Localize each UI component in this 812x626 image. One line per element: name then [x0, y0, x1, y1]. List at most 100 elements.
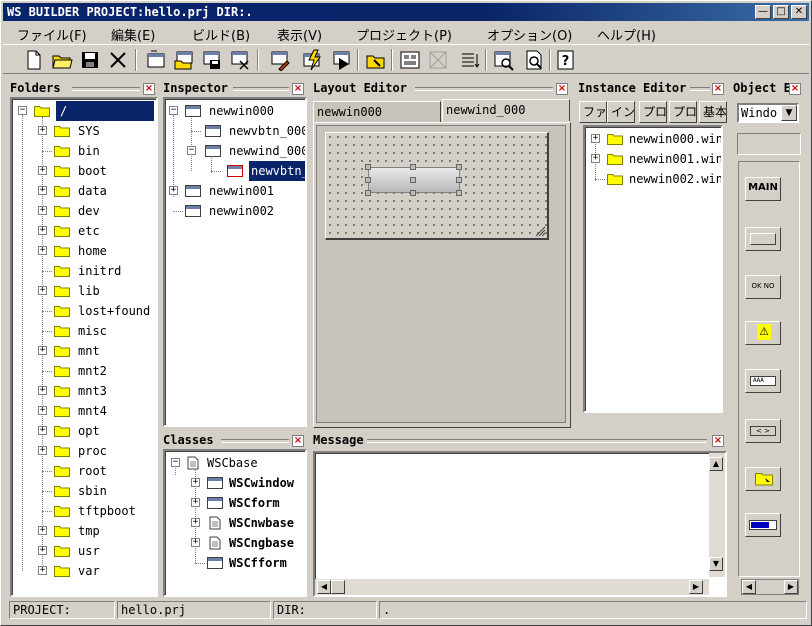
folders-close-button[interactable]: × [143, 83, 155, 95]
message-area[interactable]: ▲ ▼ ◀ ▶ [313, 451, 727, 597]
title-bar[interactable]: WS BUILDER PROJECT:hello.prj DIR:. — □ ✕ [3, 3, 809, 21]
edit-window-icon[interactable] [269, 49, 291, 71]
selection-handle[interactable] [410, 190, 416, 196]
save-icon[interactable] [79, 49, 101, 71]
inspector-panel-header: Inspector × [163, 81, 307, 97]
tab-instance-5[interactable]: 基本 [699, 101, 727, 123]
folder-icon [54, 426, 70, 437]
folder-icon [54, 506, 70, 517]
menu-options[interactable]: オプション(O) [487, 25, 572, 44]
status-dir-label: DIR: [273, 601, 377, 619]
chevron-down-icon[interactable]: ▼ [781, 105, 797, 121]
grid-icon[interactable] [427, 49, 449, 71]
palette-spin-field[interactable]: < > [745, 419, 781, 443]
inspector-tree[interactable]: − newwin000 newvbtn_000 − newwind_000 newv… [163, 97, 307, 427]
message-panel-header: Message × [313, 433, 727, 449]
new-file-icon[interactable] [23, 49, 45, 71]
open-window-icon[interactable] [173, 49, 195, 71]
selection-handle[interactable] [365, 190, 371, 196]
classes-tree[interactable]: − WSCbase + WSCwindow + WSCform + WSCnwbase + WSC… [163, 449, 307, 597]
inspector-close-button[interactable]: × [292, 83, 304, 95]
folder-icon [54, 266, 70, 277]
selection-handle[interactable] [456, 177, 462, 183]
menu-edit[interactable]: 編集(E) [111, 25, 155, 44]
inspector-item-selected[interactable]: newvbtn_ [169, 161, 305, 181]
main-window: WS BUILDER PROJECT:hello.prj DIR:. — □ ✕… [0, 0, 812, 626]
tab-instance-3[interactable]: プロ [639, 101, 667, 123]
close-button[interactable]: ✕ [791, 5, 807, 19]
preview-icon[interactable] [523, 49, 545, 71]
palette-warning-dialog[interactable]: ⚠ [745, 321, 781, 345]
build-icon[interactable] [301, 49, 323, 71]
run-icon[interactable] [331, 49, 353, 71]
palette-dialog-buttons[interactable]: OK NO [745, 275, 781, 299]
folders-panel-header: Folders × [10, 81, 158, 97]
toolbar-separator [549, 49, 551, 71]
document-icon [187, 456, 199, 470]
folder-root[interactable]: − / [16, 101, 156, 121]
instance-editor-close-button[interactable]: × [712, 83, 724, 95]
menu-view[interactable]: 表示(V) [277, 25, 322, 44]
design-window[interactable] [325, 132, 549, 240]
message-title: Message [313, 433, 364, 447]
object-type-select[interactable]: Windo ▼ [737, 103, 799, 123]
palette-main-window[interactable]: MAIN [745, 177, 781, 201]
object-editor-close-button[interactable]: × [789, 83, 801, 95]
window-icon [207, 497, 223, 509]
layout-icon[interactable] [399, 49, 421, 71]
layout-canvas[interactable] [316, 125, 566, 423]
window-icon [185, 185, 201, 197]
close-window-icon[interactable] [229, 49, 251, 71]
save-window-icon[interactable] [201, 49, 223, 71]
minimize-button[interactable]: — [755, 5, 771, 19]
search-window-icon[interactable] [493, 49, 515, 71]
new-window-icon[interactable] [145, 49, 167, 71]
selection-handle[interactable] [456, 190, 462, 196]
palette-push-button[interactable] [745, 227, 781, 251]
menu-file[interactable]: ファイル(F) [17, 25, 87, 44]
selection-handle[interactable] [365, 164, 371, 170]
open-folder-icon[interactable] [51, 49, 73, 71]
palette-progress-bar[interactable] [745, 513, 781, 537]
classes-panel-header: Classes × [163, 433, 307, 449]
folder-icon [54, 466, 70, 477]
status-project-value: hello.prj [117, 601, 271, 619]
folders-tree[interactable]: − / + SYS bin + boot + data + dev + etc + home initrd + l… [10, 97, 158, 597]
selection-handle[interactable] [410, 177, 416, 183]
folder-icon [54, 566, 70, 577]
align-icon[interactable] [459, 49, 481, 71]
delete-icon[interactable] [107, 49, 129, 71]
help-icon[interactable]: ? [555, 49, 577, 71]
folder-icon [54, 486, 70, 497]
folder-icon [54, 246, 70, 257]
selection-handle[interactable] [365, 177, 371, 183]
palette-folder-select[interactable] [745, 467, 781, 491]
classes-close-button[interactable]: × [292, 435, 304, 447]
object-name-field[interactable] [737, 133, 801, 155]
message-close-button[interactable]: × [712, 435, 724, 447]
menu-build[interactable]: ビルド(B) [192, 25, 250, 44]
layout-editor-close-button[interactable]: × [556, 83, 568, 95]
message-vertical-scrollbar[interactable]: ▲ ▼ [709, 453, 725, 577]
toolbar-separator [391, 49, 393, 71]
palette-text-field[interactable]: AAA [745, 369, 781, 393]
resize-grip-icon[interactable] [534, 225, 546, 237]
message-horizontal-scrollbar[interactable]: ◀ ▶ [315, 579, 709, 595]
folder-icon [607, 134, 623, 145]
tab-newwin000[interactable]: newwin000 [313, 101, 441, 123]
classes-title: Classes [163, 433, 214, 447]
folder-open-icon[interactable] [365, 49, 387, 71]
instance-tree[interactable]: + newwin000.win + newwin001.win newwin002.wi… [583, 125, 723, 413]
folder-icon [54, 406, 70, 417]
maximize-button[interactable]: □ [773, 5, 789, 19]
object-editor-scrollbar[interactable]: ◀ ▶ [741, 579, 799, 595]
tab-instance-2[interactable]: イン [607, 101, 635, 123]
menu-project[interactable]: プロジェクト(P) [356, 25, 452, 44]
selection-handle[interactable] [456, 164, 462, 170]
selection-handle[interactable] [410, 164, 416, 170]
tab-instance-1[interactable]: ファ [579, 101, 607, 123]
tab-instance-4[interactable]: プロ [669, 101, 697, 123]
menu-help[interactable]: ヘルプ(H) [597, 25, 656, 44]
instance-editor-title: Instance Editor [578, 81, 687, 95]
tab-newwind000[interactable]: newwind_000 [442, 99, 570, 121]
